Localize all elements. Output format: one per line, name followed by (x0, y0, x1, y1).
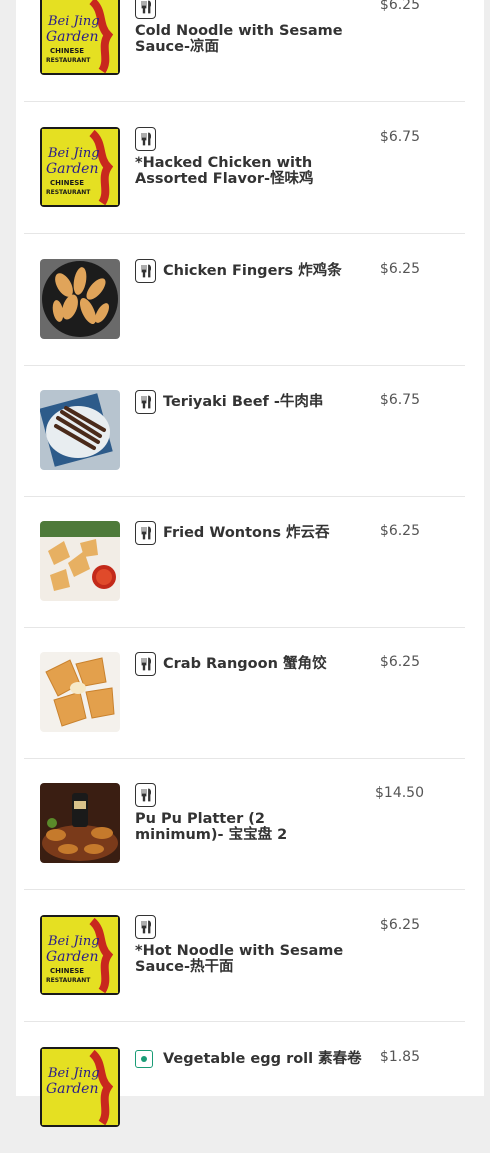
utensils-icon (135, 521, 156, 545)
item-price: $14.50 (375, 785, 424, 801)
item-price: $6.25 (379, 654, 420, 670)
menu-item[interactable]: Bei Jing Garden CHINESE RESTAURANT *Hacked … (24, 102, 465, 234)
restaurant-logo-image: Bei Jing Garden CHINESE RESTAURANT (40, 127, 120, 207)
menu-item[interactable]: Bei Jing Garden CHINESE RESTAURANT Cold Noo… (24, 0, 465, 102)
item-price: $6.25 (379, 261, 420, 277)
item-name: *Hacked Chicken with Assorted Flavor-怪味鸡 (135, 155, 314, 187)
menu-item[interactable]: Teriyaki Beef -牛肉串 $6.75 (24, 365, 465, 497)
teriyaki-beef-image (40, 390, 120, 470)
item-name: Pu Pu Platter (2 minimum)- 宝宝盘 2 (135, 811, 288, 843)
logo-line1: Bei Jing (47, 1066, 100, 1081)
logo-line4: RESTAURANT (46, 57, 91, 64)
utensils-icon (135, 915, 156, 939)
menu-item[interactable]: Chicken Fingers 炸鸡条 $6.25 (24, 234, 465, 366)
logo-line2: Garden (46, 949, 99, 965)
restaurant-logo-image: Bei Jing Garden CHINESE RESTAURANT (40, 0, 120, 75)
item-price: $6.75 (379, 392, 420, 408)
item-name: Vegetable egg roll 素春卷 (163, 1051, 362, 1067)
logo-line2: Garden (46, 1081, 99, 1097)
menu-item[interactable]: Bei Jing Garden Vegetable egg roll 素春卷 $1… (24, 1022, 465, 1153)
logo-line2: Garden (46, 29, 99, 45)
logo-line4: RESTAURANT (46, 977, 91, 984)
utensils-icon (135, 127, 156, 151)
vegetarian-icon (135, 1050, 153, 1068)
item-name: Cold Noodle with Sesame Sauce-凉面 (135, 23, 343, 55)
utensils-icon (135, 783, 156, 807)
item-name: Teriyaki Beef -牛肉串 (163, 394, 324, 410)
logo-line3: CHINESE (50, 47, 84, 55)
utensils-icon (135, 259, 156, 283)
item-price: $1.85 (379, 1049, 420, 1065)
menu-item[interactable]: Crab Rangoon 蟹角饺 $6.25 (24, 627, 465, 759)
item-name: Fried Wontons 炸云吞 (163, 525, 330, 541)
logo-line1: Bei Jing (47, 146, 100, 161)
utensils-icon (135, 0, 156, 19)
logo-line1: Bei Jing (47, 14, 100, 29)
menu-item[interactable]: Bei Jing Garden CHINESE RESTAURANT *Hot Noo… (24, 890, 465, 1022)
restaurant-logo-image: Bei Jing Garden CHINESE RESTAURANT (40, 915, 120, 995)
chicken-fingers-image (40, 259, 120, 339)
item-name: *Hot Noodle with Sesame Sauce-热干面 (135, 943, 344, 975)
menu-item[interactable]: Fried Wontons 炸云吞 $6.25 (24, 496, 465, 628)
item-price: $6.25 (379, 917, 420, 933)
crab-rangoon-image (40, 652, 120, 732)
pu-pu-platter-image (40, 783, 120, 863)
logo-line1: Bei Jing (47, 934, 100, 949)
logo-line3: CHINESE (50, 179, 84, 187)
logo-line2: Garden (46, 161, 99, 177)
item-name: Crab Rangoon 蟹角饺 (163, 656, 327, 672)
logo-line3: CHINESE (50, 967, 84, 975)
restaurant-logo-image: Bei Jing Garden (40, 1047, 120, 1127)
logo-line4: RESTAURANT (46, 189, 91, 196)
menu-item[interactable]: Pu Pu Platter (2 minimum)- 宝宝盘 2 $14.50 (24, 758, 465, 890)
item-name: Chicken Fingers 炸鸡条 (163, 263, 342, 279)
item-price: $6.25 (379, 0, 420, 13)
item-price: $6.75 (379, 129, 420, 145)
utensils-icon (135, 390, 156, 414)
fried-wontons-image (40, 521, 120, 601)
utensils-icon (135, 652, 156, 676)
item-price: $6.25 (379, 523, 420, 539)
